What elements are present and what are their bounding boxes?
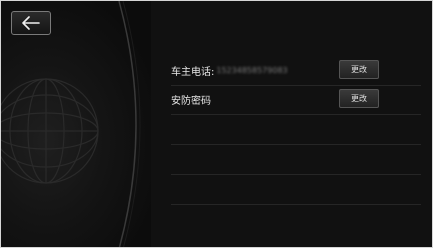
change-password-button[interactable]: 更改 xyxy=(339,89,379,108)
change-phone-button[interactable]: 更改 xyxy=(339,60,379,79)
back-button[interactable] xyxy=(11,11,51,35)
row-divider xyxy=(171,204,421,205)
row-divider xyxy=(171,174,421,175)
security-password-label: 安防密码 xyxy=(171,95,211,107)
security-password-row: 安防密码 更改 xyxy=(171,84,421,114)
owner-phone-label: 车主电话: xyxy=(171,66,215,78)
owner-phone-row: 车主电话: 15234858579083 更改 xyxy=(171,55,421,85)
arrow-left-icon xyxy=(22,16,40,30)
row-divider xyxy=(171,144,421,145)
row-divider xyxy=(171,114,421,115)
owner-phone-value: 15234858579083 xyxy=(216,65,288,75)
settings-screen: 车主电话: 15234858579083 更改 安防密码 更改 xyxy=(0,0,433,248)
divider-arc xyxy=(118,1,141,247)
